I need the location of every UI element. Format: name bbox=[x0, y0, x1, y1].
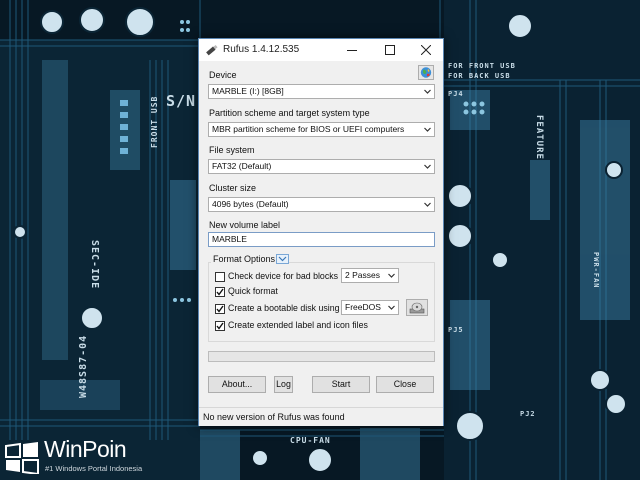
language-button[interactable] bbox=[418, 65, 434, 80]
filesystem-label: File system bbox=[209, 145, 255, 155]
pcb-label-pj4: PJ4 bbox=[448, 90, 464, 98]
winpoin-logo bbox=[5, 442, 39, 474]
maximize-icon bbox=[385, 45, 395, 55]
pcb-label-pj2: PJ2 bbox=[520, 410, 536, 418]
usb-drive-icon bbox=[206, 44, 218, 56]
bad-blocks-checkbox[interactable] bbox=[215, 272, 225, 282]
filesystem-value: FAT32 (Default) bbox=[212, 161, 272, 171]
pcb-label-w48: W48S87-04 bbox=[78, 334, 89, 398]
chevron-down-icon bbox=[388, 273, 395, 278]
passes-select[interactable]: 2 Passes bbox=[341, 268, 399, 283]
title-bar[interactable]: Rufus 1.4.12.535 bbox=[199, 39, 443, 61]
format-options-title: Format Options bbox=[211, 254, 278, 264]
partition-scheme-select[interactable]: MBR partition scheme for BIOS or UEFI co… bbox=[208, 122, 435, 137]
select-image-button[interactable] bbox=[406, 299, 428, 316]
checkmark-icon bbox=[216, 322, 224, 330]
close-button[interactable]: Close bbox=[376, 376, 434, 393]
chevron-down-icon bbox=[278, 256, 287, 262]
chevron-down-icon bbox=[424, 89, 431, 94]
close-window-button[interactable] bbox=[411, 39, 441, 61]
pcb-label-pwr-fan: PWR-FAN bbox=[592, 252, 600, 289]
start-button[interactable]: Start bbox=[312, 376, 370, 393]
filesystem-select[interactable]: FAT32 (Default) bbox=[208, 159, 435, 174]
pcb-label-for-front-usb: FOR FRONT USB bbox=[448, 62, 516, 70]
format-options-toggle[interactable] bbox=[276, 254, 289, 264]
pcb-label-sec-ide: SEC-IDE bbox=[89, 240, 100, 290]
pcb-label-pj5: PJ5 bbox=[448, 326, 464, 334]
pcb-label-feature: FEATURE bbox=[534, 115, 544, 160]
bootable-checkbox[interactable] bbox=[215, 304, 225, 314]
bad-blocks-label: Check device for bad blocks bbox=[228, 271, 339, 281]
pcb-label-cpu-fan: CPU-FAN bbox=[290, 436, 331, 445]
progress-bar bbox=[208, 351, 435, 362]
volume-label-value: MARBLE bbox=[212, 234, 247, 244]
boot-type-value: FreeDOS bbox=[345, 302, 381, 312]
status-text: No new version of Rufus was found bbox=[203, 412, 345, 422]
volume-label-input[interactable]: MARBLE bbox=[208, 232, 435, 247]
extended-label-label: Create extended label and icon files bbox=[228, 320, 368, 330]
boot-type-select[interactable]: FreeDOS bbox=[341, 300, 399, 315]
checkmark-icon bbox=[216, 305, 224, 313]
minimize-icon bbox=[347, 50, 357, 51]
close-icon bbox=[421, 45, 431, 55]
checkmark-icon bbox=[216, 288, 224, 296]
minimize-button[interactable] bbox=[337, 39, 367, 61]
rufus-window: Rufus 1.4.12.535 Device MARBLE (I:) [8GB… bbox=[198, 38, 444, 426]
cluster-size-select[interactable]: 4096 bytes (Default) bbox=[208, 197, 435, 212]
pcb-label-front-usb: FRONT USB bbox=[150, 95, 159, 148]
device-label: Device bbox=[209, 70, 237, 80]
chevron-down-icon bbox=[424, 127, 431, 132]
about-button[interactable]: About... bbox=[208, 376, 266, 393]
status-bar: No new version of Rufus was found bbox=[199, 407, 443, 426]
extended-label-checkbox[interactable] bbox=[215, 321, 225, 331]
window-title: Rufus 1.4.12.535 bbox=[223, 44, 300, 55]
partition-value: MBR partition scheme for BIOS or UEFI co… bbox=[212, 124, 405, 134]
device-select[interactable]: MARBLE (I:) [8GB] bbox=[208, 84, 435, 99]
chevron-down-icon bbox=[424, 164, 431, 169]
chevron-down-icon bbox=[388, 305, 395, 310]
partition-label: Partition scheme and target system type bbox=[209, 108, 370, 118]
globe-icon bbox=[418, 65, 434, 80]
bootable-label: Create a bootable disk using bbox=[228, 303, 340, 313]
pcb-label-for-back-usb: FOR BACK USB bbox=[448, 72, 511, 80]
cluster-size-value: 4096 bytes (Default) bbox=[212, 199, 289, 209]
quick-format-checkbox[interactable] bbox=[215, 287, 225, 297]
passes-value: 2 Passes bbox=[345, 270, 380, 280]
cluster-size-label: Cluster size bbox=[209, 183, 257, 193]
watermark-brand: WinPoin bbox=[44, 436, 127, 462]
quick-format-label: Quick format bbox=[228, 286, 278, 296]
device-value: MARBLE (I:) [8GB] bbox=[212, 86, 284, 96]
disc-drive-icon bbox=[409, 302, 425, 314]
chevron-down-icon bbox=[424, 202, 431, 207]
volume-label-label: New volume label bbox=[209, 220, 281, 230]
maximize-button[interactable] bbox=[375, 39, 405, 61]
watermark-tagline: #1 Windows Portal Indonesia bbox=[45, 464, 143, 473]
log-button[interactable]: Log bbox=[274, 376, 293, 393]
